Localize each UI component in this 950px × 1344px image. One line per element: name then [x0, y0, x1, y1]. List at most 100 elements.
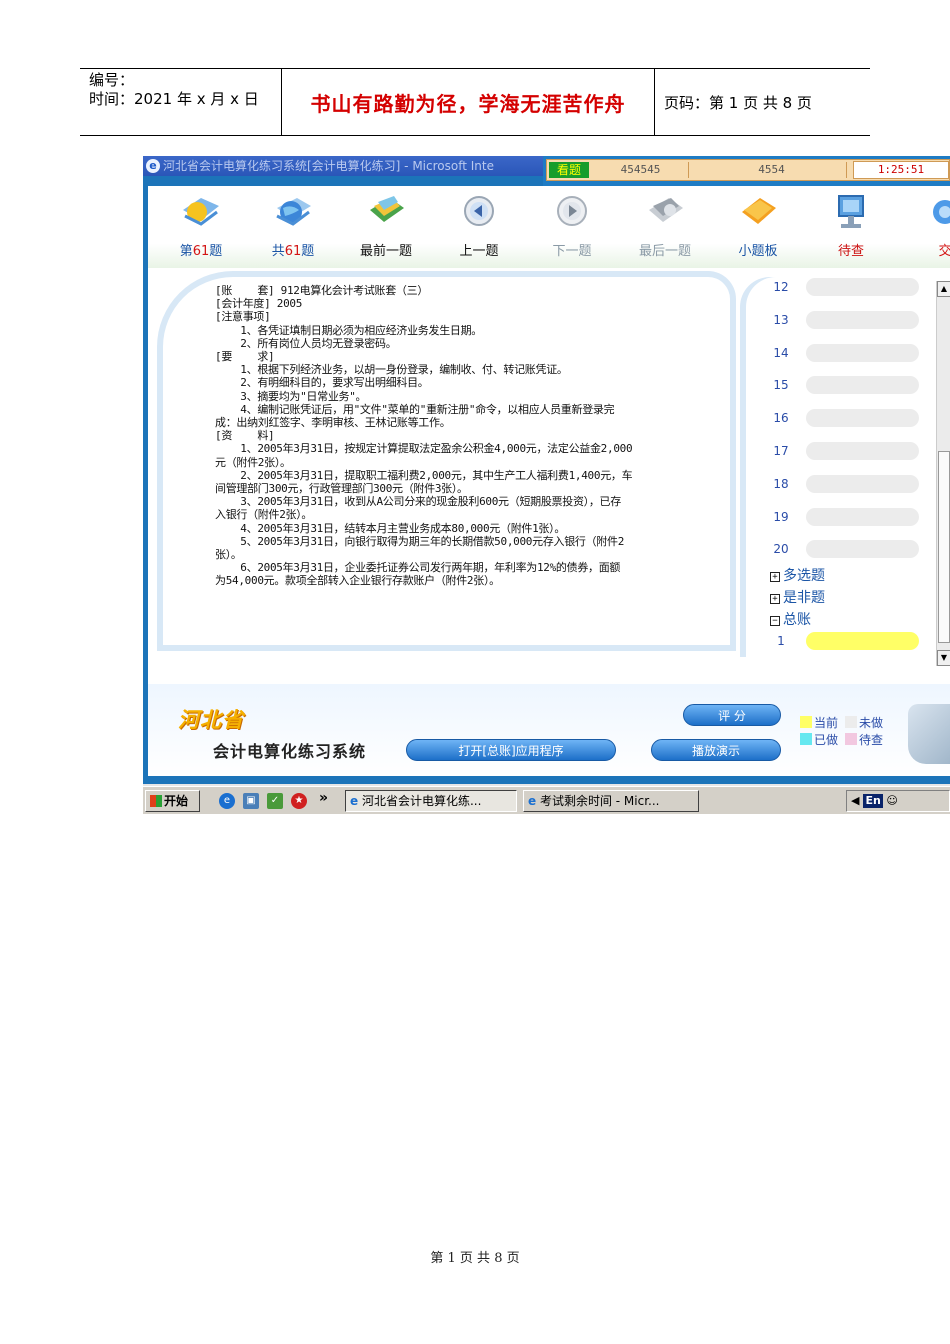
ime-icon[interactable]: ☺ — [886, 794, 897, 807]
last-icon — [649, 198, 683, 222]
total-questions-button[interactable]: 共61题 — [248, 192, 338, 264]
prev-icon — [464, 196, 494, 226]
ie-icon: e — [528, 794, 537, 808]
legend-swatch — [845, 733, 857, 745]
legend-pending: 待查 — [845, 733, 883, 748]
toolbar: 第61题 共61题 最前一题 上一题 下一题 最后一题 小题板 待查 交 — [148, 186, 950, 268]
candidate-id-field: 454545 — [593, 162, 689, 178]
view-question-button[interactable]: 看题 — [549, 162, 589, 178]
question-text-line: 成：出纳刘红签字、李明审核、王林记账等工作。 — [215, 416, 451, 430]
note-board-button[interactable]: 小题板 — [713, 192, 803, 264]
collapse-icon[interactable]: − — [770, 616, 780, 626]
edit-quicklaunch-icon[interactable]: ✓ — [267, 793, 283, 809]
next-question-button[interactable]: 下一题 — [527, 192, 617, 264]
page-info-text: 页码：第 1 页 共 8 页 — [664, 94, 812, 112]
remaining-time: 1:25:51 — [853, 161, 949, 179]
app-screenshot: e 河北省会计电算化练习系统[会计电算化练习] - Microsoft Inte… — [143, 156, 950, 814]
question-status-bar — [806, 310, 919, 329]
window-titlebar[interactable]: e 河北省会计电算化练习系统[会计电算化练习] - Microsoft Inte — [143, 156, 553, 176]
app-quicklaunch-icon[interactable]: ★ — [291, 793, 307, 809]
score-button[interactable]: 评 分 — [683, 704, 781, 726]
submit-button[interactable]: 交 — [900, 192, 950, 264]
windows-logo-icon — [150, 795, 162, 807]
expand-icon[interactable]: + — [770, 572, 780, 582]
question-list-panel: 12 13 14 15 16 17 18 19 20 + 多选题 + 是非题 − 总账 1 ▲ — [746, 277, 950, 666]
header-page-info: 页码：第 1 页 共 8 页 — [655, 69, 870, 136]
question-icon — [183, 198, 219, 226]
ie-quicklaunch-icon[interactable]: e — [219, 793, 235, 809]
question-text-line: [资 料] — [215, 429, 275, 443]
question-text-line: 6、2005年3月31日，企业委托证券公司发行两年期，年利率为12%的债券，面额 — [215, 561, 621, 575]
system-tray: ◀ En ☺ — [846, 790, 950, 812]
taskbar-item-practice-system[interactable]: e 河北省会计电算化练... — [345, 790, 517, 812]
question-status-bar — [806, 409, 919, 428]
document-header: 编号： 时间：2021 年 x 月 x 日 书山有路勤为径，学海无涯苦作舟 页码… — [80, 68, 870, 136]
question-status-current — [806, 632, 919, 650]
scroll-down-icon[interactable]: ▼ — [937, 650, 950, 666]
question-status-bar — [806, 376, 919, 395]
monitor-icon — [838, 195, 864, 228]
page-footer: 第 1 页 共 8 页 — [430, 1251, 520, 1266]
question-status-bar — [806, 278, 919, 296]
legend-swatch — [800, 716, 812, 728]
ie-icon: e — [146, 159, 160, 173]
next-icon — [557, 196, 587, 226]
expand-icon[interactable]: + — [770, 594, 780, 604]
question-text-line: 3、摘要均为"日常业务"。 — [215, 389, 367, 403]
tree-group-multiple-choice[interactable]: + 多选题 — [770, 567, 825, 585]
question-text-line: 1、2005年3月31日，按规定计算提取法定盈余公积金4,000元，法定公益金2… — [215, 442, 633, 456]
first-question-button[interactable]: 最前一题 — [341, 192, 431, 264]
question-text-line: [注意事项] — [215, 310, 271, 324]
logo-province: 河北省 — [178, 708, 244, 732]
taskbar-item-remaining-time[interactable]: e 考试剩余时间 - Micr... — [523, 790, 699, 812]
motto-text: 书山有路勤为径，学海无涯苦作舟 — [310, 92, 626, 116]
question-text-line: 1、根据下列经济业务，以胡一身份登录，编制收、付、转记账凭证。 — [215, 363, 568, 377]
question-text-line: 2、2005年3月31日，提取职工福利费2,000元，其中生产工人福利费1,40… — [215, 468, 633, 482]
question-text-line: 张）。 — [215, 548, 242, 562]
open-ledger-app-button[interactable]: 打开[总账]应用程序 — [406, 739, 616, 761]
last-question-button[interactable]: 最后一题 — [620, 192, 710, 264]
timer-strip: 看题 454545 4554 1:25:51 — [546, 159, 950, 181]
tree-group-true-false[interactable]: + 是非题 — [770, 589, 825, 607]
scroll-up-icon[interactable]: ▲ — [937, 281, 950, 297]
tree-group-general-ledger[interactable]: − 总账 — [770, 611, 811, 629]
exam-timer-window: 看题 454545 4554 1:25:51 — [543, 156, 950, 186]
question-status-bar — [806, 343, 919, 362]
submit-icon — [933, 200, 950, 224]
date-label: 时间：2021 年 x 月 x 日 — [89, 90, 259, 108]
question-text-line: 2、所有岗位人员均无登录密码。 — [215, 336, 397, 350]
start-button[interactable]: 开始 — [145, 790, 200, 812]
play-demo-button[interactable]: 播放演示 — [651, 739, 781, 761]
question-text-line: [要 求] — [215, 350, 275, 364]
question-text-line: 入银行（附件2张）。 — [215, 508, 313, 522]
question-panel: [账 套] 912电算化会计考试账套（三） [会计年度] 2005 [注意事项] 1… — [163, 277, 730, 645]
pending-check-button[interactable]: 待查 — [806, 192, 896, 264]
current-question-button[interactable]: 第61题 — [156, 192, 246, 264]
decorative-computer-icon — [908, 704, 950, 764]
header-motto-cell: 书山有路勤为径，学海无涯苦作舟 — [282, 69, 655, 136]
question-text-line: 为54,000元。款项全部转入企业银行存款账户（附件2张）。 — [215, 574, 500, 588]
quicklaunch-chevron[interactable]: » — [319, 790, 328, 806]
scroll-thumb[interactable] — [938, 451, 950, 643]
prev-question-button[interactable]: 上一题 — [434, 192, 524, 264]
desktop-quicklaunch-icon[interactable]: ▣ — [243, 793, 259, 809]
legend-current: 当前 — [800, 716, 838, 731]
number-label: 编号： — [89, 71, 135, 89]
question-text-line: 4、编制记账凭证后，用"文件"菜单的"重新注册"命令，以相应人员重新登录完 — [215, 402, 615, 416]
ie-icon: e — [350, 794, 359, 808]
question-status-bar — [806, 507, 919, 526]
question-text-line: 2、有明细科目的，要求写出明细科目。 — [215, 376, 429, 390]
note-board-icon — [742, 198, 776, 224]
input-language-indicator[interactable]: En — [863, 794, 883, 808]
windows-taskbar: 开始 e ▣ ✓ ★ » e 河北省会计电算化练... e 考试剩余时间 - M… — [143, 786, 950, 814]
question-status-bar — [806, 474, 919, 493]
question-text-line: [会计年度] 2005 — [215, 297, 303, 311]
question-status-bar — [806, 442, 919, 460]
volume-icon[interactable]: ◀ — [851, 794, 859, 807]
question-text-line: 1、各凭证填制日期必须为相应经济业务发生日期。 — [215, 323, 483, 337]
question-text: [账 套] 912电算化会计考试账套（三） [会计年度] 2005 [注意事项] 1… — [215, 284, 707, 588]
legend-swatch — [800, 733, 812, 745]
vertical-scrollbar[interactable]: ▲ ▼ — [936, 281, 950, 666]
question-text-line: 3、2005年3月31日，收到从A公司分来的现金股利600元（短期股票投资），已… — [215, 495, 621, 509]
app-frame: 第61题 共61题 最前一题 上一题 下一题 最后一题 小题板 待查 交 [账 … — [143, 176, 950, 784]
